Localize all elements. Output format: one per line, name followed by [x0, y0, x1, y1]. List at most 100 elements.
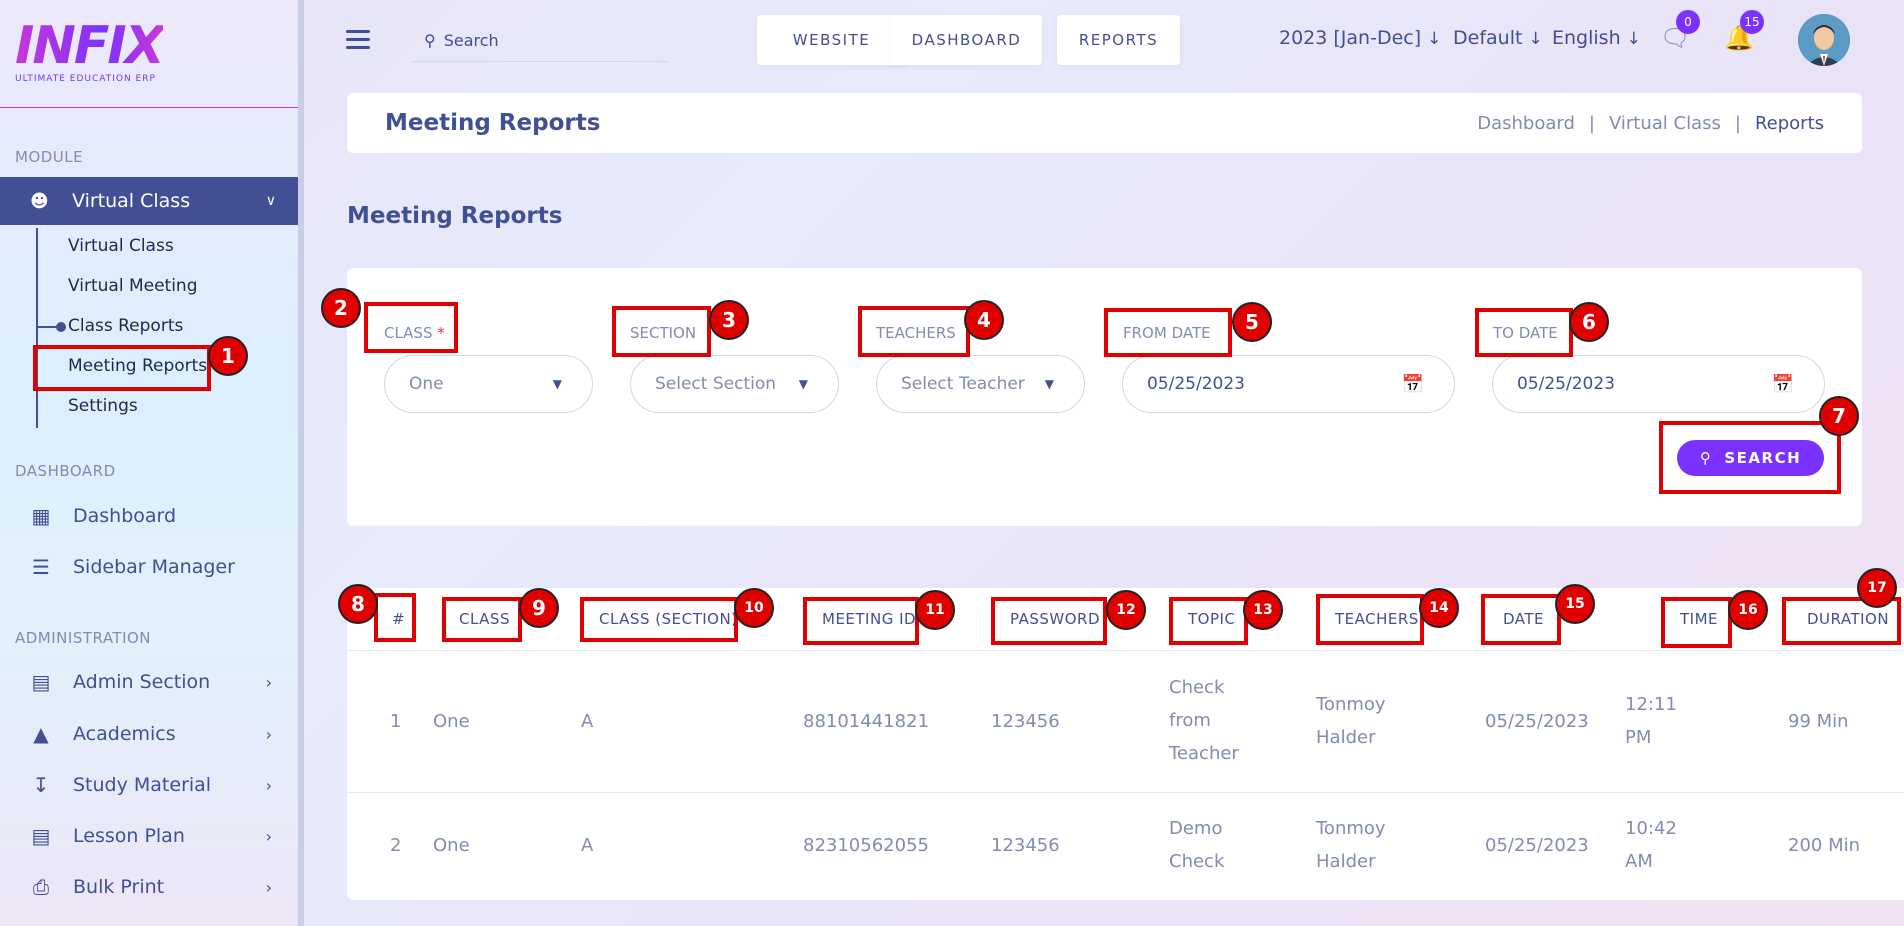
- theme-dropdown[interactable]: Default ↓: [1453, 27, 1543, 49]
- chevron-right-icon: ›: [265, 877, 272, 897]
- messages-badge: 0: [1676, 10, 1700, 34]
- submenu-virtual-meeting[interactable]: Virtual Meeting: [68, 276, 198, 296]
- teachers-select[interactable]: Select Teacher ▼: [876, 355, 1085, 413]
- sidebar-item-sidebar-manager[interactable]: ☰ Sidebar Manager: [0, 547, 298, 587]
- class-select[interactable]: One ▼: [384, 355, 593, 413]
- submenu-class-reports[interactable]: Class Reports: [68, 316, 183, 336]
- search-bar: ⚲: [412, 20, 668, 62]
- logo-subtitle: ULTIMATE EDUCATION ERP: [15, 74, 156, 84]
- annotation-number: 14: [1419, 588, 1459, 628]
- cell-time: 10:42 AM: [1625, 818, 1677, 872]
- grid-icon: ▦: [31, 504, 51, 528]
- annotation-number: 10: [734, 588, 774, 628]
- annotation-box: [442, 597, 522, 642]
- annotation-number: 11: [915, 590, 955, 630]
- cell-teachers: Tonmoy Halder: [1316, 694, 1386, 748]
- avatar[interactable]: [1798, 14, 1850, 66]
- teachers-select-value: Select Teacher: [901, 374, 1025, 394]
- sidebar-item-label: Sidebar Manager: [73, 556, 235, 578]
- hamburger-menu-icon[interactable]: [346, 30, 370, 50]
- to-date-value: 05/25/2023: [1517, 374, 1615, 394]
- page-title: Meeting Reports: [347, 203, 563, 229]
- search-input[interactable]: [443, 31, 644, 50]
- cell-date: 05/25/2023: [1485, 835, 1589, 856]
- breadcrumb-virtual-class[interactable]: Virtual Class: [1609, 113, 1721, 134]
- dashboard-section-title: DASHBOARD: [15, 462, 116, 480]
- table-header-divider: [347, 650, 1904, 651]
- annotation-box: [1475, 308, 1573, 357]
- breadcrumb-dashboard[interactable]: Dashboard: [1477, 113, 1575, 134]
- sidebar-item-academics[interactable]: ▲ Academics ›: [0, 714, 298, 754]
- caret-down-icon: ▼: [552, 377, 562, 391]
- cell-duration: 99 Min: [1788, 711, 1849, 732]
- section-select[interactable]: Select Section ▼: [630, 355, 839, 413]
- class-select-value: One: [409, 374, 444, 394]
- sidebar-item-virtual-class[interactable]: ☻ Virtual Class ∨: [0, 177, 298, 225]
- printer-icon: ⎙: [33, 875, 49, 899]
- annotation-box: [991, 597, 1107, 645]
- caret-down-icon: ▼: [1044, 377, 1054, 391]
- notification-bell-icon[interactable]: 🔔 15: [1724, 10, 1764, 54]
- page-header-title: Meeting Reports: [385, 110, 601, 136]
- section-select-value: Select Section: [655, 374, 777, 394]
- annotation-number: 4: [964, 300, 1004, 340]
- annotation-box: [612, 306, 711, 357]
- sidebar-item-label: Virtual Class: [72, 190, 191, 212]
- from-date-value: 05/25/2023: [1147, 374, 1245, 394]
- messages-icon[interactable]: 🗨 0: [1660, 10, 1700, 54]
- arrow-down-icon: ↓: [1427, 29, 1442, 49]
- annotation-box: [580, 597, 738, 642]
- submenu-settings[interactable]: Settings: [68, 396, 138, 416]
- calendar-icon[interactable]: 📅: [1402, 374, 1424, 395]
- theme-value: Default: [1453, 27, 1523, 49]
- cell-meeting-id: 82310562055: [803, 835, 929, 856]
- reports-button[interactable]: REPORTS: [1057, 15, 1180, 65]
- logo[interactable]: INFIX ULTIMATE EDUCATION ERP: [15, 20, 165, 84]
- chevron-right-icon: ›: [265, 775, 272, 795]
- cell-topic: Check from Teacher: [1169, 677, 1239, 764]
- annotation-box: [33, 345, 211, 391]
- submenu-line: [36, 228, 38, 428]
- annotation-box: [1169, 597, 1248, 645]
- cell-password: 123456: [991, 835, 1060, 856]
- sidebar-item-bulk-print[interactable]: ⎙ Bulk Print ›: [0, 867, 298, 907]
- sidebar-item-label: Lesson Plan: [73, 825, 185, 847]
- submenu-active-marker: [38, 322, 66, 332]
- sidebar-item-admin-section[interactable]: ▤ Admin Section ›: [0, 662, 298, 702]
- submenu-virtual-class[interactable]: Virtual Class: [68, 236, 174, 256]
- annotation-number: 1: [208, 336, 248, 376]
- sidebar-item-lesson-plan[interactable]: ▤ Lesson Plan ›: [0, 816, 298, 856]
- to-date-input[interactable]: 05/25/2023 📅: [1492, 355, 1825, 413]
- chevron-right-icon: ›: [265, 672, 272, 692]
- list-icon: ☰: [32, 555, 50, 579]
- logo-divider: [0, 107, 298, 108]
- cell-number: 2: [390, 835, 402, 856]
- breadcrumb: Dashboard | Virtual Class | Reports: [1477, 113, 1824, 134]
- annotation-number: 9: [519, 588, 559, 628]
- annotation-number: 2: [321, 288, 361, 328]
- sidebar-item-dashboard[interactable]: ▦ Dashboard: [0, 496, 298, 536]
- sidebar: INFIX ULTIMATE EDUCATION ERP MODULE ☻ Vi…: [0, 0, 304, 926]
- language-dropdown[interactable]: English ↓: [1552, 27, 1641, 49]
- session-dropdown[interactable]: 2023 [Jan-Dec] ↓: [1279, 27, 1441, 49]
- dashboard-button[interactable]: DASHBOARD: [891, 15, 1042, 65]
- sidebar-item-label: Study Material: [73, 774, 212, 796]
- cell-topic: Demo Check: [1169, 818, 1225, 872]
- annotation-box: [1481, 594, 1561, 645]
- arrow-down-icon: ↓: [1528, 29, 1543, 49]
- cell-section: A: [581, 711, 594, 732]
- website-button[interactable]: WEBSITE: [757, 15, 906, 65]
- virtual-class-icon: ☻: [30, 190, 49, 212]
- arrow-down-icon: ↓: [1626, 29, 1641, 49]
- annotation-box: [1316, 594, 1424, 645]
- from-date-input[interactable]: 05/25/2023 📅: [1122, 355, 1455, 413]
- notifications-badge: 15: [1740, 10, 1764, 34]
- admin-icon: ▤: [31, 670, 51, 694]
- cell-section: A: [581, 835, 594, 856]
- annotation-box: [858, 306, 970, 357]
- sidebar-item-study-material[interactable]: ↧ Study Material ›: [0, 765, 298, 805]
- annotation-number: 5: [1232, 302, 1272, 342]
- calendar-icon[interactable]: 📅: [1772, 374, 1794, 395]
- annotation-number: 15: [1555, 584, 1595, 624]
- table-row-divider: [347, 792, 1904, 793]
